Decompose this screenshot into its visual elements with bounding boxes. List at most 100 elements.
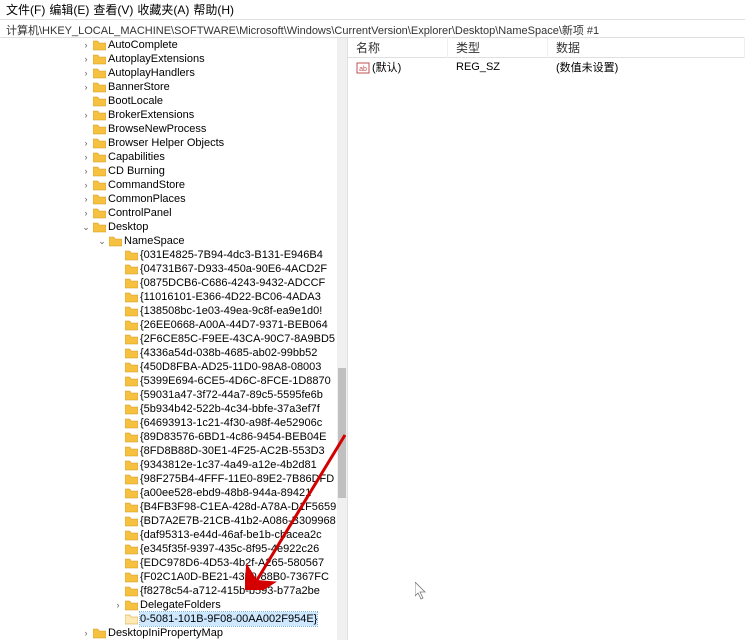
chevron-right-icon[interactable]: › [80,108,92,122]
tree-item-label: {4336a54d-038b-4685-ab02-99bb52 [140,346,317,360]
folder-icon [124,305,138,317]
address-text: 计算机\HKEY_LOCAL_MACHINE\SOFTWARE\Microsof… [6,25,599,37]
tree-item-label: CommandStore [108,178,185,192]
tree-item-label: BrowseNewProcess [108,122,206,136]
menu-edit[interactable]: 编辑(E) [49,1,89,18]
chevron-down-icon[interactable]: ⌄ [96,234,108,248]
chevron-right-icon[interactable]: › [80,52,92,66]
folder-icon [92,109,106,121]
tree-item[interactable]: {BD7A2E7B-21CB-41b2-A086-B309968 [0,514,337,528]
tree-item[interactable]: {26EE0668-A00A-44D7-9371-BEB064 [0,318,337,332]
tree-item[interactable]: {2F6CE85C-F9EE-43CA-90C7-8A9BD5 [0,332,337,346]
tree-scroll[interactable]: ›AutoComplete›AutoplayExtensions›Autopla… [0,38,337,640]
tree-item-label: BannerStore [108,80,170,94]
menu-file[interactable]: 文件(F) [6,1,45,18]
tree-item[interactable]: › BrokerExtensions [0,108,337,122]
tree-item[interactable]: {0875DCB6-C686-4243-9432-ADCCF [0,276,337,290]
tree-item[interactable]: ›ControlPanel [0,206,337,220]
chevron-right-icon[interactable]: › [80,136,92,150]
tree-item[interactable]: {daf95313-e44d-46af-be1b-cbacea2c [0,528,337,542]
tree-item[interactable]: BrowseNewProcess [0,122,337,136]
folder-icon [124,599,138,611]
tree-item[interactable]: {11016101-E366-4D22-BC06-4ADA3 [0,290,337,304]
address-bar[interactable]: 计算机\HKEY_LOCAL_MACHINE\SOFTWARE\Microsof… [0,20,745,38]
tree-item-label: AutoplayHandlers [108,66,195,80]
menu-help[interactable]: 帮助(H) [193,1,234,18]
col-header-name[interactable]: 名称 [348,37,448,58]
tree-item-label: {e345f35f-9397-435c-8f95-4e922c26 [140,542,319,556]
col-header-type[interactable]: 类型 [448,37,548,58]
tree-item[interactable]: {59031a47-3f72-44a7-89c5-5595fe6b [0,388,337,402]
tree-item[interactable]: ⌄Desktop [0,220,337,234]
tree-item[interactable]: {EDC978D6-4D53-4b2f-A265-580567 [0,556,337,570]
list-row[interactable]: ab (默认) REG_SZ (数值未设置) [348,58,745,76]
tree-item[interactable]: {e345f35f-9397-435c-8f95-4e922c26 [0,542,337,556]
tree-item[interactable]: ›AutoplayExtensions [0,52,337,66]
tree-scrollbar[interactable] [337,38,347,640]
folder-icon [92,39,106,51]
col-header-data[interactable]: 数据 [548,37,745,58]
tree-item-label: BrokerExtensions [108,108,194,122]
tree-item[interactable]: {9343812e-1c37-4a49-a12e-4b2d81 [0,458,337,472]
folder-icon [92,95,106,107]
folder-icon [124,571,138,583]
tree-item-label: Browser Helper Objects [108,136,224,150]
tree-item[interactable]: {8FD8B88D-30E1-4F25-AC2B-553D3 [0,444,337,458]
tree-item[interactable]: ›CommonPlaces [0,192,337,206]
tree-item[interactable]: 0-5081-101B-9F08-00AA002F954E} [0,612,337,626]
chevron-right-icon[interactable]: › [80,164,92,178]
tree-item[interactable]: {98F275B4-4FFF-11E0-89E2-7B86DFD [0,472,337,486]
tree-item[interactable]: ›AutoComplete [0,38,337,52]
tree-item[interactable]: {5399E694-6CE5-4D6C-8FCE-1D8870 [0,374,337,388]
chevron-right-icon[interactable]: › [80,66,92,80]
tree-scroll-thumb[interactable] [338,368,346,498]
tree-item[interactable]: {138508bc-1e03-49ea-9c8f-ea9e1d0! [0,304,337,318]
chevron-right-icon[interactable]: › [80,192,92,206]
tree-item-label: {2F6CE85C-F9EE-43CA-90C7-8A9BD5 [140,332,335,346]
folder-icon [124,263,138,275]
tree-item[interactable]: {4336a54d-038b-4685-ab02-99bb52 [0,346,337,360]
chevron-right-icon[interactable]: › [112,598,124,612]
tree-item[interactable]: {a00ee528-ebd9-48b8-944a-89421 [0,486,337,500]
chevron-right-icon[interactable]: › [80,38,92,52]
tree-item[interactable]: ›Capabilities [0,150,337,164]
tree-item-label: {04731B67-D933-450a-90E6-4ACD2F [140,262,327,276]
tree-item[interactable]: › CommandStore [0,178,337,192]
tree-item-label: {98F275B4-4FFF-11E0-89E2-7B86DFD [140,472,334,486]
tree-item[interactable]: {B4FB3F98-C1EA-428d-A78A-D1F5659 [0,500,337,514]
chevron-right-icon[interactable]: › [80,178,92,192]
tree-item[interactable]: ⌄NameSpace [0,234,337,248]
tree-item[interactable]: BootLocale [0,94,337,108]
chevron-down-icon[interactable]: ⌄ [80,220,92,234]
tree-item[interactable]: ›CD Burning [0,164,337,178]
folder-icon [92,193,106,205]
chevron-right-icon[interactable]: › [80,150,92,164]
chevron-right-icon[interactable]: › [80,80,92,94]
tree-item[interactable]: {04731B67-D933-450a-90E6-4ACD2F [0,262,337,276]
tree-item[interactable]: {f8278c54-a712-415b-b593-b77a2be [0,584,337,598]
tree-item[interactable]: {F02C1A0D-BE21-4350-88B0-7367FC [0,570,337,584]
folder-icon [124,277,138,289]
tree-item[interactable]: ›DelegateFolders [0,598,337,612]
tree-item[interactable]: {64693913-1c21-4f30-a98f-4e52906c [0,416,337,430]
tree-item[interactable]: › Browser Helper Objects [0,136,337,150]
tree-item-label: {450D8FBA-AD25-11D0-98A8-08003 [140,360,321,374]
chevron-right-icon[interactable]: › [80,626,92,640]
tree-item[interactable]: › DesktopIniPropertyMap [0,626,337,640]
tree-item-label: DesktopIniPropertyMap [108,626,223,640]
tree-item[interactable]: {031E4825-7B94-4dc3-B131-E946B4 [0,248,337,262]
string-value-icon: ab [356,62,370,74]
menu-favorites[interactable]: 收藏夹(A) [137,1,189,18]
tree-item[interactable]: › AutoplayHandlers [0,66,337,80]
tree-item[interactable]: {450D8FBA-AD25-11D0-98A8-08003 [0,360,337,374]
tree-item-label: {59031a47-3f72-44a7-89c5-5595fe6b [140,388,323,402]
value-name-cell: ab (默认) [348,59,448,75]
folder-icon [92,53,106,65]
tree-item-label: {daf95313-e44d-46af-be1b-cbacea2c [140,528,322,542]
folder-icon [124,501,138,513]
menu-view[interactable]: 查看(V) [93,1,133,18]
chevron-right-icon[interactable]: › [80,206,92,220]
tree-item[interactable]: › BannerStore [0,80,337,94]
tree-item[interactable]: {89D83576-6BD1-4c86-9454-BEB04E [0,430,337,444]
tree-item[interactable]: {5b934b42-522b-4c34-bbfe-37a3ef7f [0,402,337,416]
